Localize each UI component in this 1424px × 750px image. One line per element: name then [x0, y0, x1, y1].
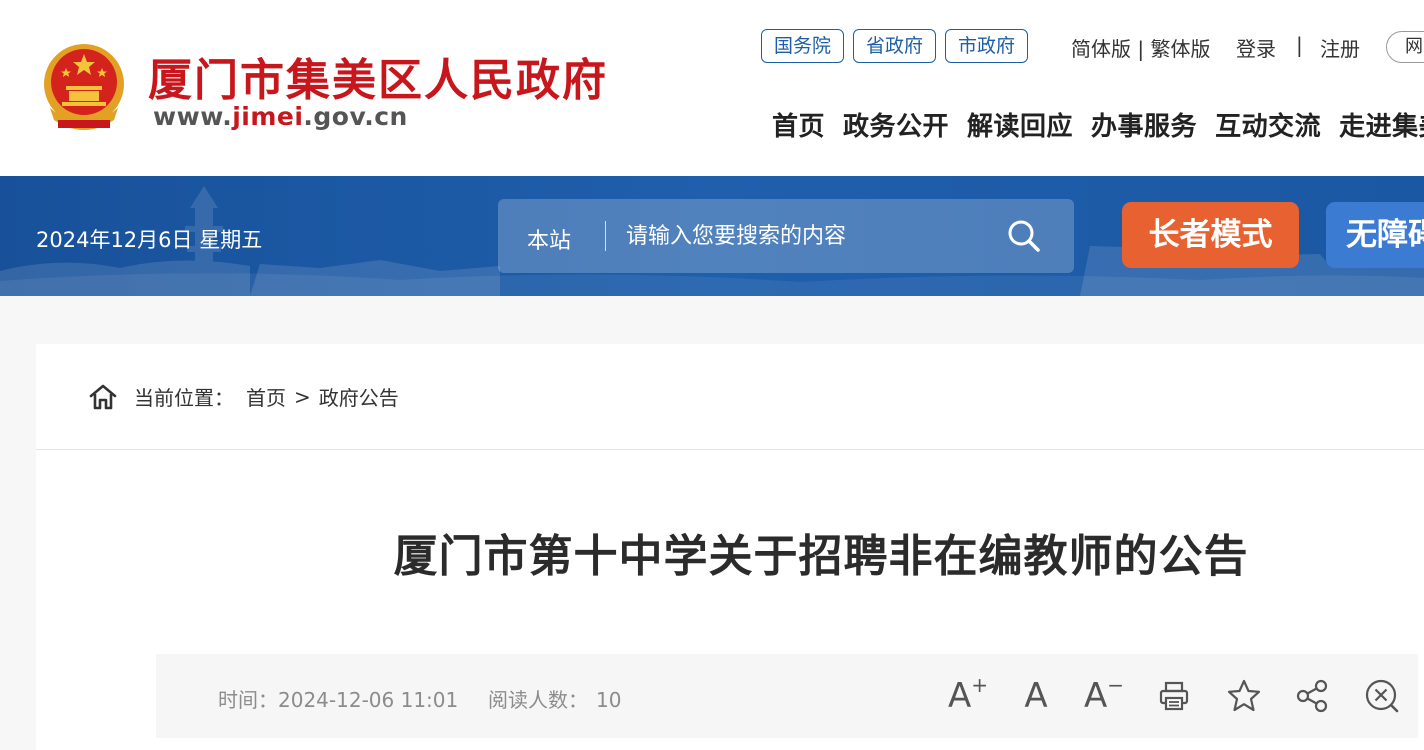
gov-link-state-council[interactable]: 国务院 — [761, 29, 845, 63]
breadcrumb-divider — [36, 449, 1424, 450]
share-icon — [1296, 679, 1328, 713]
site-url-prefix: www. — [153, 102, 233, 131]
gov-link-province[interactable]: 省政府 — [853, 29, 937, 63]
publish-time-value: 2024-12-06 11:01 — [278, 688, 459, 712]
font-increase-icon: A+ — [947, 673, 989, 716]
article-meta-bar: 时间：2024-12-06 11:01 阅读人数： 10 A+ A A− — [156, 654, 1418, 738]
nav-interaction[interactable]: 互动交流 — [1215, 106, 1321, 143]
article-title: 厦门市第十中学关于招聘非在编教师的公告 — [393, 531, 1249, 582]
print-button[interactable] — [1152, 674, 1196, 718]
read-count: 阅读人数： 10 — [488, 684, 621, 713]
current-date: 2024年12月6日 星期五 — [36, 228, 263, 252]
site-header: 厦门市集美区人民政府 www.jimei.gov.cn 国务院 省政府 市政府 … — [0, 0, 1424, 176]
search-scope-select[interactable]: 本站 — [527, 223, 571, 255]
top-separator: | — [1296, 33, 1303, 57]
gov-link-city[interactable]: 市政府 — [945, 29, 1029, 63]
national-emblem-icon — [44, 44, 124, 130]
site-url: www.jimei.gov.cn — [153, 102, 408, 131]
content-card: 当前位置： 首页 > 政府公告 厦门市第十中学关于招聘非在编教师的公告 时间：2… — [36, 344, 1424, 750]
close-circle-icon — [1365, 679, 1399, 713]
banner: 2024年12月6日 星期五 本站 长者模式 无障碍 — [0, 176, 1424, 296]
font-decrease-icon: A− — [1083, 673, 1125, 716]
register-link[interactable]: 注册 — [1320, 33, 1360, 62]
close-article-button[interactable] — [1360, 674, 1404, 718]
search-divider — [605, 221, 606, 251]
search-input[interactable] — [626, 213, 986, 259]
publish-time-label: 时间： — [218, 688, 278, 712]
net-button[interactable]: 网 — [1386, 31, 1424, 63]
elder-mode-button[interactable]: 长者模式 — [1122, 202, 1299, 268]
font-increase-button[interactable]: A+ — [946, 674, 990, 718]
font-decrease-button[interactable]: A− — [1082, 674, 1126, 718]
breadcrumb: 当前位置： 首页 > 政府公告 — [88, 382, 399, 411]
nav-about-jimei[interactable]: 走进集美 — [1339, 106, 1424, 143]
login-link[interactable]: 登录 — [1236, 33, 1276, 62]
home-icon — [89, 384, 117, 409]
site-name[interactable]: 厦门市集美区人民政府 — [148, 44, 608, 108]
nav-interpretation[interactable]: 解读回应 — [967, 106, 1073, 143]
nav-services[interactable]: 办事服务 — [1091, 106, 1197, 143]
breadcrumb-label: 当前位置： — [134, 386, 234, 410]
accessibility-button[interactable]: 无障碍 — [1326, 202, 1424, 268]
nav-home[interactable]: 首页 — [772, 106, 825, 143]
read-count-label: 阅读人数： — [488, 688, 588, 712]
share-button[interactable] — [1290, 674, 1334, 718]
language-switch[interactable]: 简体版 | 繁体版 — [1071, 33, 1210, 62]
site-url-highlight: jimei — [232, 102, 304, 131]
nav-gov-affairs[interactable]: 政务公开 — [843, 106, 949, 143]
favorite-button[interactable] — [1222, 674, 1266, 718]
breadcrumb-current[interactable]: 政府公告 — [319, 382, 399, 411]
star-icon — [1227, 679, 1261, 712]
print-icon — [1159, 681, 1189, 711]
search-icon[interactable] — [1006, 218, 1042, 254]
site-url-suffix: .gov.cn — [303, 102, 408, 131]
font-normal-icon: A — [1024, 676, 1048, 716]
main-nav: 首页 政务公开 解读回应 办事服务 互动交流 走进集美 — [772, 106, 1424, 143]
font-normal-button[interactable]: A — [1014, 674, 1058, 718]
read-count-value: 10 — [596, 688, 622, 712]
breadcrumb-home[interactable]: 首页 — [246, 382, 286, 411]
breadcrumb-separator: > — [294, 384, 311, 409]
search-box: 本站 — [498, 199, 1074, 273]
gov-links: 国务院 省政府 市政府 — [761, 29, 1029, 63]
publish-time: 时间：2024-12-06 11:01 — [218, 684, 458, 713]
